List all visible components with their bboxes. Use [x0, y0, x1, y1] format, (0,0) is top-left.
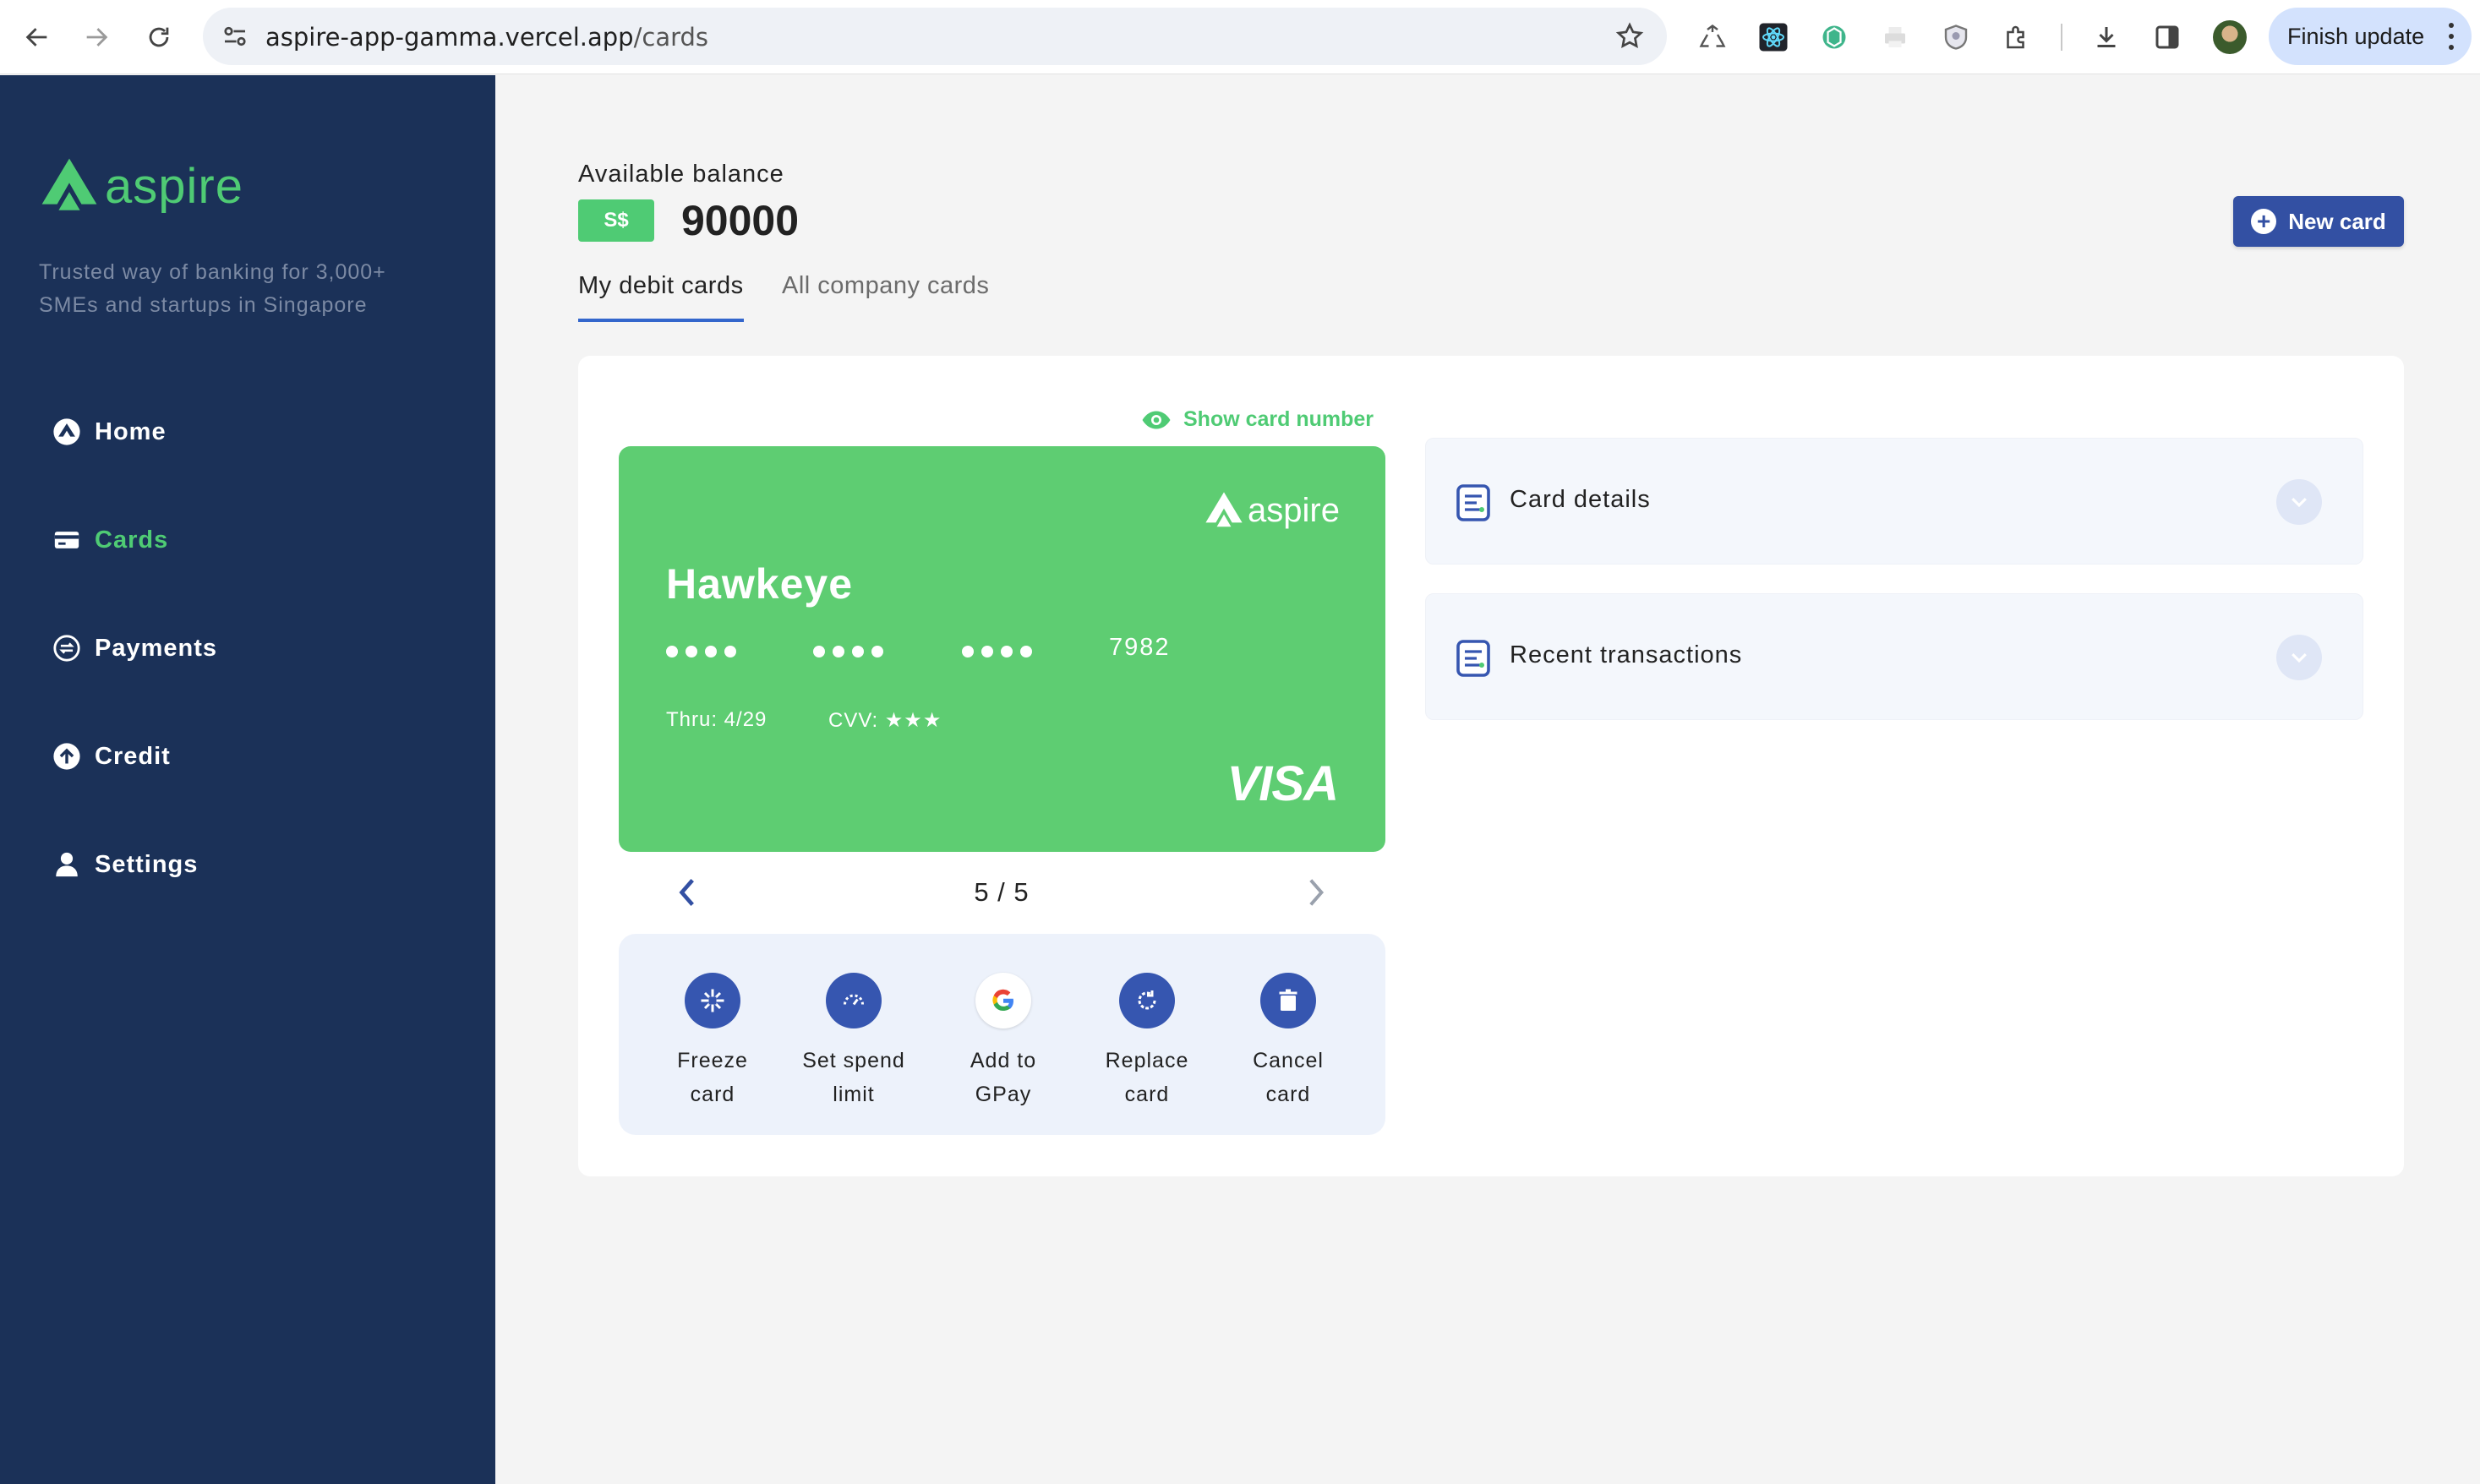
finish-update-label: Finish update — [2287, 23, 2425, 49]
card-pager-indicator: 5 / 5 — [974, 877, 1030, 907]
card-cvv: CVV: ★★★ — [828, 709, 942, 732]
puzzle-extensions-icon[interactable] — [1998, 19, 2035, 56]
printer-extension-icon[interactable] — [1876, 19, 1914, 56]
credit-up-arrow-icon — [53, 743, 80, 770]
browser-menu-icon[interactable] — [2448, 23, 2455, 50]
tab-all-company-cards[interactable]: All company cards — [782, 272, 989, 319]
accordion-title: Recent transactions — [1510, 641, 1743, 668]
openai-extension-icon[interactable] — [1816, 19, 1853, 56]
browser-toolbar: aspire-app-gamma.vercel.app/cards Finish… — [0, 0, 2480, 74]
chevron-down-icon[interactable] — [2276, 635, 2322, 680]
payments-icon — [53, 635, 80, 662]
toolbar-divider — [2061, 24, 2062, 51]
cancel-card-label: Cancel card — [1253, 1049, 1324, 1106]
profile-avatar[interactable] — [2213, 20, 2247, 54]
refresh-icon — [1119, 973, 1175, 1028]
new-card-label: New card — [2288, 208, 2386, 234]
document-list-icon — [1456, 484, 1490, 521]
url-text[interactable]: aspire-app-gamma.vercel.app/cards — [265, 23, 708, 52]
show-card-number-button[interactable]: Show card number — [1141, 407, 1374, 432]
tagline: Trusted way of banking for 3,000+ SMEs a… — [39, 260, 386, 317]
sidebar-item-label: Settings — [95, 850, 199, 878]
recycle-extension-icon[interactable] — [1694, 19, 1731, 56]
gauge-icon — [826, 973, 882, 1028]
masked-digits-group — [813, 646, 883, 657]
aspire-logo-icon — [41, 158, 97, 210]
side-panel-icon[interactable] — [2149, 19, 2186, 56]
visa-logo: VISA — [1226, 756, 1339, 811]
logo-text: aspire — [105, 158, 243, 214]
finish-update-button[interactable]: Finish update — [2269, 8, 2472, 65]
sidebar-item-home[interactable]: Home — [52, 413, 167, 450]
sidebar-item-label: Home — [95, 417, 167, 445]
sidebar-item-label: Credit — [95, 742, 171, 770]
user-icon — [56, 852, 78, 877]
card-logo-text: aspire — [1248, 491, 1340, 529]
forward-icon[interactable] — [78, 19, 115, 56]
set-spend-limit-label: Set spend limit — [802, 1049, 905, 1106]
card-last-four: 7982 — [1109, 634, 1171, 661]
sidebar-item-payments[interactable]: Payments — [52, 630, 217, 667]
snowflake-icon — [685, 973, 740, 1028]
address-bar[interactable]: aspire-app-gamma.vercel.app/cards — [203, 8, 1667, 65]
currency-badge: S$ — [578, 199, 654, 242]
sidebar-item-credit[interactable]: Credit — [52, 738, 171, 775]
accordion-title: Card details — [1510, 486, 1651, 513]
show-card-number-label: Show card number — [1183, 407, 1374, 431]
react-devtools-icon[interactable] — [1755, 19, 1792, 56]
document-list-icon — [1456, 640, 1490, 677]
reload-icon[interactable] — [140, 19, 178, 56]
trash-icon — [1260, 973, 1316, 1028]
back-icon[interactable] — [19, 19, 56, 56]
sidebar-item-cards[interactable]: Cards — [52, 521, 168, 559]
sidebar-item-label: Payments — [95, 634, 218, 662]
chevron-down-icon[interactable] — [2276, 479, 2322, 525]
replace-card-label: Replace card — [1105, 1049, 1189, 1106]
aspire-logo[interactable]: aspire — [39, 155, 243, 216]
sidebar: aspire Trusted way of banking for 3,000+… — [0, 75, 495, 1484]
add-to-gpay-label: Add to GPay — [970, 1049, 1037, 1106]
add-to-gpay-button[interactable]: Add to GPay — [940, 973, 1067, 1111]
aspire-home-icon — [53, 418, 80, 445]
tab-my-debit-cards[interactable]: My debit cards — [578, 272, 744, 322]
card-icon — [54, 532, 79, 548]
sidebar-item-settings[interactable]: Settings — [52, 846, 198, 883]
card-details-accordion[interactable]: Card details — [1425, 438, 2363, 565]
card-expiry: Thru: 4/29 — [666, 708, 767, 731]
recent-transactions-accordion[interactable]: Recent transactions — [1425, 593, 2363, 720]
card-actions-panel: Freeze card Set spend limit Add to GPay Rep… — [619, 934, 1385, 1135]
set-spend-limit-button[interactable]: Set spend limit — [790, 973, 917, 1111]
plus-icon: + — [2251, 209, 2277, 234]
balance-value: 90000 — [681, 197, 800, 244]
balance-label: Available balance — [578, 161, 784, 188]
masked-digits-group — [962, 646, 1032, 657]
freeze-card-label: Freeze card — [677, 1049, 748, 1106]
previous-card-chevron-icon[interactable] — [676, 877, 696, 908]
freeze-card-button[interactable]: Freeze card — [649, 973, 776, 1111]
masked-digits-group — [666, 646, 736, 657]
sidebar-item-label: Cards — [95, 526, 169, 554]
card-aspire-logo: aspire — [1204, 490, 1340, 531]
download-icon[interactable] — [2088, 19, 2125, 56]
card-holder-name: Hawkeye — [666, 560, 854, 608]
aspire-logo-icon — [1205, 492, 1243, 527]
shield-extension-icon[interactable] — [1937, 19, 1975, 56]
cancel-card-button[interactable]: Cancel card — [1225, 973, 1352, 1111]
next-card-chevron-icon[interactable] — [1307, 877, 1327, 908]
replace-card-button[interactable]: Replace card — [1084, 973, 1210, 1111]
google-icon — [975, 973, 1031, 1028]
bookmark-star-icon[interactable] — [1614, 21, 1645, 52]
new-card-button[interactable]: + New card — [2233, 196, 2404, 247]
eye-icon — [1142, 411, 1171, 428]
debit-card[interactable]: aspire Hawkeye 7982 Thru: 4/29 CVV: ★★★ … — [619, 446, 1385, 852]
site-settings-icon[interactable] — [220, 21, 250, 52]
